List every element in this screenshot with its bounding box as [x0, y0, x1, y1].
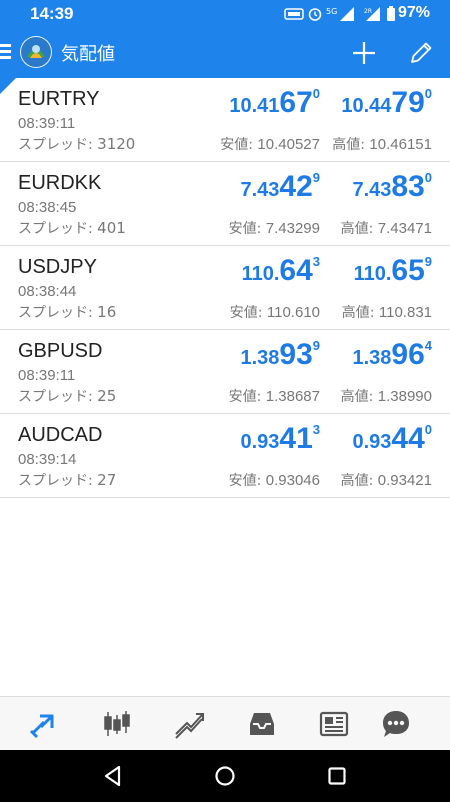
ask-price: 7.43830 [352, 170, 432, 203]
nfc-icon [284, 8, 304, 20]
low-price: 安値: 7.43299 [228, 220, 320, 237]
quote-row[interactable]: EURTRY 08:39:11 スプレッド: 3120 10.41670 10.… [0, 78, 450, 162]
bid-price: 110.643 [241, 254, 320, 287]
spread-label: スプレッド: [18, 221, 98, 237]
battery-percent: 97% [397, 4, 430, 21]
bid-price: 7.43429 [240, 170, 320, 203]
spread-value: 3120 [97, 135, 136, 153]
battery-icon [387, 6, 395, 21]
quote-time: 08:38:44 [18, 283, 77, 300]
spread-value: 27 [97, 471, 117, 489]
low-price: 安値: 0.93046 [228, 472, 320, 489]
symbol-name: AUDCAD [18, 424, 103, 446]
spread-text: スプレッド: 3120 [18, 134, 135, 154]
quote-row[interactable]: AUDCAD 08:39:14 スプレッド: 27 0.93413 0.9344… [0, 414, 450, 498]
quotes-icon[interactable] [27, 707, 61, 741]
bid-price: 10.41670 [229, 86, 320, 119]
ask-price: 1.38964 [352, 338, 432, 371]
high-price: 高値: 10.46151 [332, 136, 432, 153]
spread-label: スプレッド: [18, 137, 98, 153]
home-icon[interactable] [213, 764, 237, 788]
spread-value: 16 [97, 303, 117, 321]
quote-time: 08:39:14 [18, 451, 77, 468]
spread-label: スプレッド: [18, 389, 98, 405]
spread-text: スプレッド: 27 [18, 470, 116, 490]
bid-price: 1.38939 [240, 338, 320, 371]
app-bar: 気配値 [0, 28, 450, 78]
quotes-list: EURTRY 08:39:11 スプレッド: 3120 10.41670 10.… [0, 78, 450, 498]
spread-value: 25 [97, 387, 117, 405]
low-price: 安値: 10.40527 [220, 136, 320, 153]
bottom-nav [0, 696, 450, 750]
system-nav-bar [0, 750, 450, 802]
back-icon[interactable] [101, 764, 125, 788]
metatrader-logo [20, 36, 52, 68]
trade-icon[interactable] [172, 707, 206, 741]
low-price: 安値: 110.610 [229, 304, 320, 321]
menu-icon[interactable] [0, 44, 12, 60]
news-icon[interactable] [317, 707, 351, 741]
status-time: 14:39 [30, 4, 74, 23]
signal-5g-icon: 5G [326, 7, 354, 21]
symbol-name: EURDKK [18, 172, 102, 194]
high-price: 高値: 1.38990 [340, 388, 432, 405]
signal-2r-icon: 2R [364, 7, 380, 21]
high-price: 高値: 7.43471 [340, 220, 432, 237]
spread-label: スプレッド: [18, 305, 98, 321]
quote-time: 08:39:11 [18, 115, 76, 132]
quote-row[interactable]: USDJPY 08:38:44 スプレッド: 16 110.643 110.65… [0, 246, 450, 330]
spread-text: スプレッド: 25 [18, 386, 116, 406]
high-price: 高値: 110.831 [341, 304, 432, 321]
bid-price: 0.93413 [240, 422, 320, 455]
quote-row[interactable]: GBPUSD 08:39:11 スプレッド: 25 1.38939 1.3896… [0, 330, 450, 414]
spread-label: スプレッド: [18, 473, 98, 489]
history-icon[interactable] [245, 707, 279, 741]
add-symbol-icon[interactable] [350, 39, 378, 67]
quote-time: 08:39:11 [18, 367, 76, 384]
page-title: 気配値 [61, 44, 115, 65]
status-icons: 5G 2R [284, 6, 396, 22]
selected-indicator [0, 78, 16, 94]
symbol-name: EURTRY [18, 88, 100, 110]
chat-icon[interactable] [379, 707, 413, 741]
recents-icon[interactable] [325, 764, 349, 788]
ask-price: 110.659 [353, 254, 432, 287]
svg-text:2R: 2R [364, 8, 372, 15]
edit-icon[interactable] [407, 39, 435, 67]
spread-text: スプレッド: 401 [18, 218, 126, 238]
quote-time: 08:38:45 [18, 199, 77, 216]
svg-text:5G: 5G [326, 7, 337, 16]
ask-price: 0.93440 [352, 422, 432, 455]
symbol-name: GBPUSD [18, 340, 103, 362]
quote-row[interactable]: EURDKK 08:38:45 スプレッド: 401 7.43429 7.438… [0, 162, 450, 246]
high-price: 高値: 0.93421 [340, 472, 432, 489]
ask-price: 10.44790 [341, 86, 432, 119]
alarm-icon [308, 8, 322, 21]
low-price: 安値: 1.38687 [228, 388, 320, 405]
status-bar: 14:39 5G 2R 97% [0, 0, 450, 28]
symbol-name: USDJPY [18, 256, 97, 278]
spread-text: スプレッド: 16 [18, 302, 116, 322]
chart-icon[interactable] [100, 707, 134, 741]
spread-value: 401 [97, 219, 126, 237]
